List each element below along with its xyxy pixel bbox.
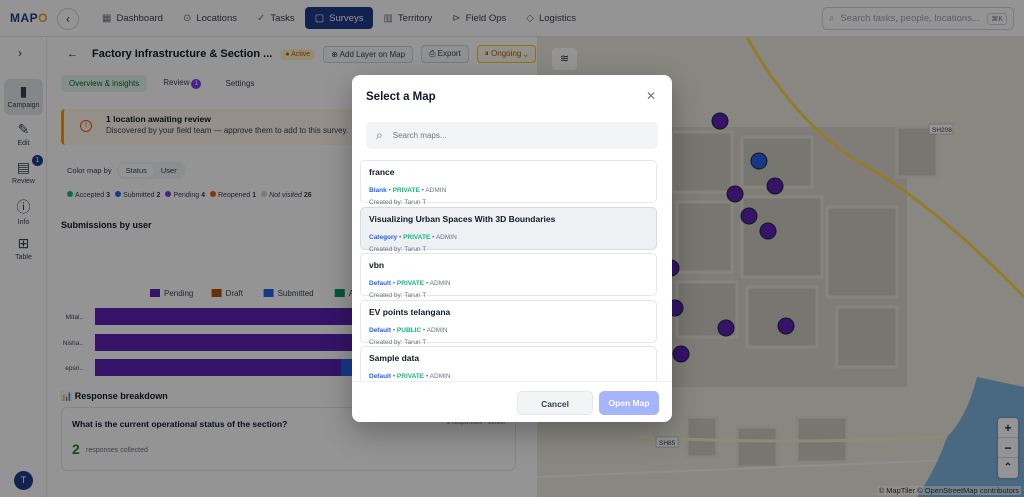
map-visibility: PRIVATE	[396, 373, 425, 380]
map-visibility: PRIVATE	[392, 187, 420, 194]
map-tags: Default • PRIVATE • ADMIN	[369, 280, 451, 287]
map-created-by: Created by: Tarun T	[369, 245, 427, 253]
map-type: Default	[369, 373, 392, 380]
modal-title: Select a Map	[366, 91, 436, 103]
map-search-input[interactable]	[392, 131, 633, 140]
map-list-item[interactable]: france Blank • PRIVATE • ADMIN Created by:…	[360, 160, 657, 206]
cancel-button[interactable]: Cancel	[517, 391, 593, 415]
map-role: ADMIN	[429, 373, 451, 380]
map-role: ADMIN	[429, 280, 451, 287]
map-visibility: PRIVATE	[403, 233, 431, 241]
map-created-by: Created by: Tarun T	[369, 199, 427, 206]
map-name: EV points telangana	[369, 306, 451, 317]
map-type: Category	[369, 233, 398, 241]
map-list-item[interactable]: EV points telangana Default • PUBLIC • AD…	[360, 299, 657, 346]
map-tags: Default • PRIVATE • ADMIN	[369, 373, 451, 380]
map-name: france	[369, 167, 395, 177]
map-created-by: Created by: Tarun T	[369, 292, 427, 299]
map-list-item[interactable]: vbn Default • PRIVATE • ADMIN Created by: …	[360, 253, 657, 299]
map-name: Visualizing Urban Spaces With 3D Boundar…	[369, 213, 556, 224]
map-tags: Default • PUBLIC • ADMIN	[369, 326, 448, 334]
map-search: ⌕	[366, 122, 658, 149]
map-tags: Category • PRIVATE • ADMIN	[369, 233, 457, 241]
map-role: ADMIN	[425, 187, 447, 194]
map-list-item[interactable]: Sample dataDefault • PRIVATE • ADMINCrea…	[360, 346, 657, 382]
map-tags: Blank • PRIVATE • ADMIN	[369, 187, 447, 194]
map-type: Blank	[369, 187, 387, 194]
map-list-item[interactable]: Visualizing Urban Spaces With 3D Boundar…	[360, 206, 657, 253]
map-created-by: Created by: Tarun T	[369, 338, 427, 346]
search-icon: ⌕	[376, 128, 383, 142]
open-map-button[interactable]: Open Map	[599, 391, 659, 415]
select-map-modal: Select a Map ✕ ⌕ france Blank • PRIVATE •…	[352, 75, 672, 422]
map-visibility: PUBLIC	[396, 326, 422, 334]
map-type: Default	[369, 280, 392, 287]
map-name: Sample data	[369, 353, 420, 363]
map-role: ADMIN	[435, 233, 457, 241]
map-role: ADMIN	[426, 326, 448, 334]
map-type: Default	[369, 326, 392, 334]
close-icon[interactable]: ✕	[646, 89, 656, 103]
map-name: vbn	[369, 260, 385, 270]
map-visibility: PRIVATE	[396, 280, 425, 287]
map-list[interactable]: france Blank • PRIVATE • ADMIN Created by:…	[360, 160, 664, 382]
